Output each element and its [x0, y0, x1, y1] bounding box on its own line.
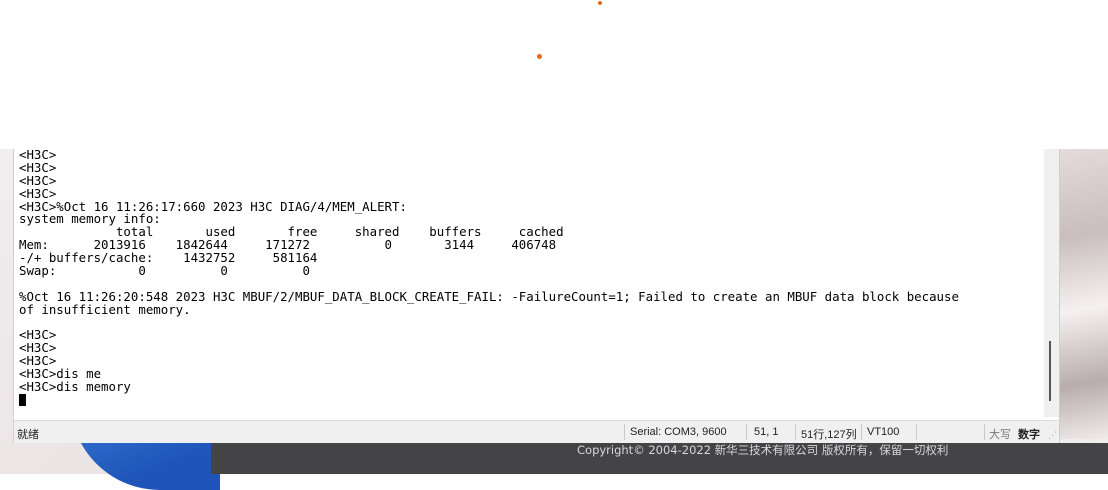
terminal-window[interactable]: <H3C> <H3C> <H3C> <H3C> <H3C>%Oct 16 11:26:1…	[13, 149, 1060, 443]
orange-dot	[537, 54, 542, 59]
status-divider	[916, 424, 917, 440]
status-divider	[746, 424, 747, 440]
terminal-line: <H3C>	[19, 340, 57, 356]
terminal-prompt-line	[19, 393, 1039, 407]
status-cursor-position: 51, 1	[754, 426, 779, 438]
scrollbar-thumb[interactable]	[1049, 341, 1051, 401]
vertical-scrollbar[interactable]	[1044, 149, 1059, 417]
terminal-line: <H3C>	[19, 327, 57, 343]
status-rows-cols: 51行,127列	[801, 429, 857, 441]
status-ready: 就绪	[17, 429, 39, 441]
terminal-line: <H3C>dis me	[19, 366, 102, 382]
orange-dot	[598, 1, 602, 5]
terminal-line: <H3C>	[19, 159, 57, 175]
terminal-line: <H3C>%Oct 16 11:26:17:660 2023 H3C DIAG/…	[19, 198, 407, 214]
terminal-output[interactable]: <H3C> <H3C> <H3C> <H3C> <H3C>%Oct 16 11:26:1…	[19, 149, 1039, 417]
terminal-line: <H3C>	[19, 353, 57, 369]
wallpaper-swoosh	[1060, 149, 1108, 439]
text-cursor	[19, 393, 26, 406]
terminal-line: Swap: 0 0 0	[19, 263, 310, 279]
terminal-line: <H3C>	[19, 149, 57, 162]
status-emulation: VT100	[867, 426, 900, 438]
terminal-line: <H3C>	[19, 172, 57, 188]
status-divider	[984, 424, 985, 440]
status-bar: 就绪 Serial: COM3, 9600 51, 1 51行,127列 VT1…	[14, 420, 1059, 443]
copyright-text: Copyright© 2004-2022 新华三技术有限公司 版权所有，保留一切…	[577, 443, 949, 457]
terminal-line: of insufficient memory.	[19, 301, 191, 317]
terminal-line: <H3C>dis memory	[19, 379, 131, 395]
status-divider	[861, 424, 862, 440]
status-num-lock: 数字	[1018, 429, 1040, 441]
resize-grip-icon[interactable]: ⋰	[1048, 430, 1057, 441]
status-divider	[624, 424, 625, 440]
status-caps-lock: 大写	[989, 429, 1011, 441]
status-serial: Serial: COM3, 9600	[630, 426, 727, 438]
status-divider	[795, 424, 796, 440]
